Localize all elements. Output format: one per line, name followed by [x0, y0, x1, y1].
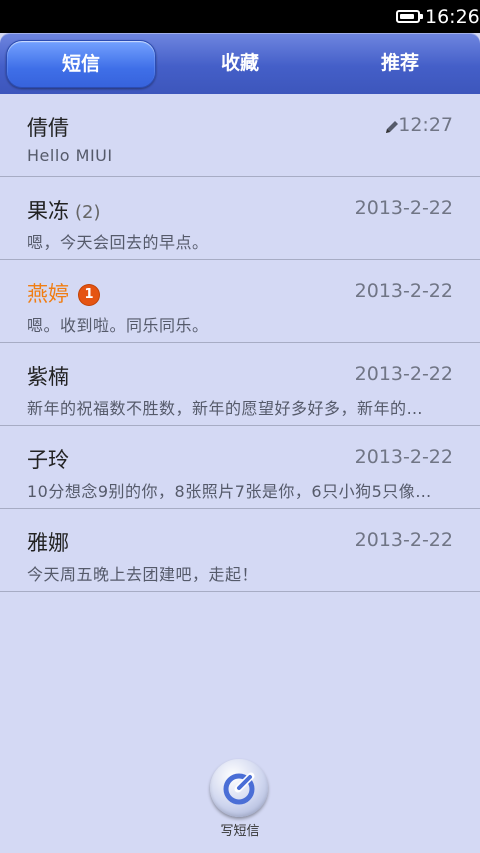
conversation-row[interactable]: 雅娜 2013-2-22 今天周五晚上去团建吧，走起！	[0, 509, 480, 592]
contact-name: 果冻 (2)	[27, 199, 101, 223]
tab-favorites[interactable]: 收藏	[166, 40, 314, 86]
message-date: 2013-2-22	[354, 446, 453, 468]
message-date: 2013-2-22	[354, 363, 453, 385]
message-date: 2013-2-22	[354, 280, 453, 302]
contact-name: 燕婷 1	[27, 278, 99, 308]
conversation-row[interactable]: 果冻 (2) 2013-2-22 嗯，今天会回去的早点。	[0, 177, 480, 260]
battery-icon	[396, 10, 423, 23]
message-date: 2013-2-22	[354, 197, 453, 219]
status-time: 16:26	[425, 6, 480, 28]
conversation-row[interactable]: 倩倩 12:27 Hello MIUI	[0, 94, 480, 177]
message-time: 12:27	[398, 114, 453, 136]
contact-name: 紫楠	[27, 365, 69, 389]
compose-button[interactable]	[210, 759, 270, 819]
tab-recommended[interactable]: 推荐	[326, 40, 474, 86]
compose-label: 写短信	[220, 824, 260, 839]
status-bar: 16:26	[0, 0, 480, 33]
unread-badge: 1	[79, 285, 99, 305]
conversation-row[interactable]: 子玲 2013-2-22 10分想念9别的你，8张照片7张是你，6只小狗5只像…	[0, 426, 480, 509]
conversation-list: 倩倩 12:27 Hello MIUI 果冻 (2) 2013-2-22 嗯，今天…	[0, 94, 480, 592]
contact-name: 倩倩	[27, 116, 69, 140]
compose-pen-icon	[223, 772, 255, 805]
message-preview: Hello MIUI	[27, 146, 113, 165]
message-date: 2013-2-22	[354, 529, 453, 551]
message-preview: 嗯。收到啦。同乐同乐。	[27, 316, 209, 335]
message-preview: 嗯，今天会回去的早点。	[27, 233, 209, 252]
tab-messages[interactable]: 短信	[6, 40, 156, 88]
message-preview: 新年的祝福数不胜数，新年的愿望好多好多，新年的…	[27, 399, 424, 418]
conversation-row[interactable]: 紫楠 2013-2-22 新年的祝福数不胜数，新年的愿望好多好多，新年的…	[0, 343, 480, 426]
message-preview: 10分想念9别的你，8张照片7张是你，6只小狗5只像…	[27, 482, 432, 501]
conversation-row[interactable]: 燕婷 1 2013-2-22 嗯。收到啦。同乐同乐。	[0, 260, 480, 343]
tab-bar: 短信 收藏 推荐	[0, 33, 480, 94]
message-preview: 今天周五晚上去团建吧，走起！	[27, 565, 259, 584]
compose-icon	[210, 759, 268, 817]
message-count: (2)	[75, 202, 101, 223]
contact-name: 子玲	[27, 448, 69, 472]
contact-name: 雅娜	[27, 531, 69, 555]
